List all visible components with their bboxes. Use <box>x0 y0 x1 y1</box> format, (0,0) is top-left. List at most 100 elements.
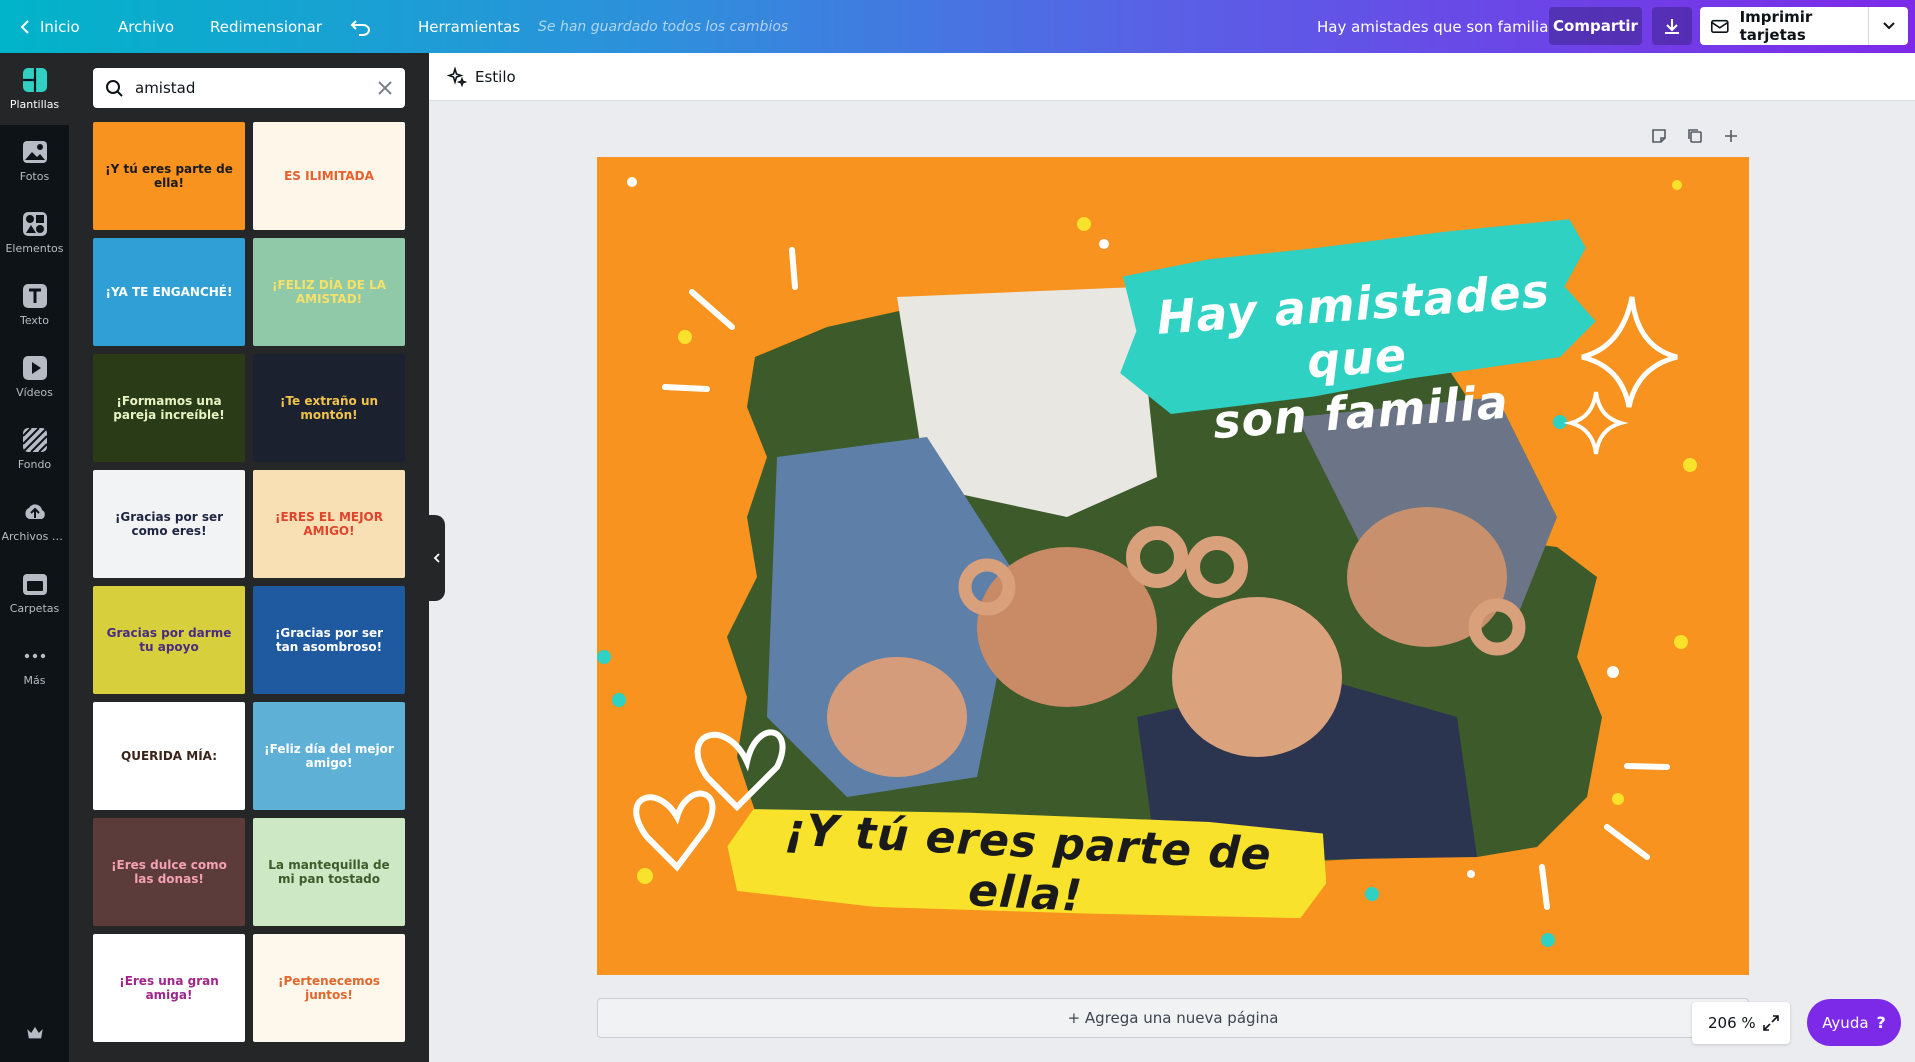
nav-more[interactable]: Más <box>0 629 69 701</box>
home-button[interactable]: Inicio <box>18 0 80 53</box>
confetti-dot <box>637 868 653 884</box>
nav-label: Más <box>23 674 46 687</box>
print-main[interactable]: Imprimir tarjetas <box>1700 7 1868 45</box>
duplicate-page-button[interactable] <box>1686 127 1704 145</box>
template-card-12[interactable]: ¡Eres dulce como las donas! <box>93 818 245 926</box>
nav-label: Plantillas <box>9 98 60 111</box>
resize-label: Redimensionar <box>210 17 323 36</box>
search-box <box>93 68 405 108</box>
page-notes-button[interactable] <box>1650 127 1668 145</box>
template-card-text: ES ILIMITADA <box>284 169 374 183</box>
more-icon <box>24 653 45 659</box>
saved-status: Se han guardado todos los cambios <box>538 18 789 35</box>
zoom-level[interactable]: 206 % <box>1708 1014 1756 1032</box>
folders-icon <box>22 574 47 595</box>
share-button[interactable]: Compartir <box>1549 7 1642 45</box>
template-card-text: ¡Eres una gran amiga! <box>119 974 219 1002</box>
template-card-3[interactable]: ¡FELIZ DÍA DE LA AMISTAD! <box>253 238 405 346</box>
template-card-14[interactable]: ¡Eres una gran amiga! <box>93 934 245 1042</box>
template-card-4[interactable]: ¡Formamos una pareja increíble! <box>93 354 245 462</box>
confetti-dot <box>1365 887 1379 901</box>
template-card-2[interactable]: ¡YA TE ENGANCHÉ! <box>93 238 245 346</box>
nav-label: Fotos <box>19 170 50 183</box>
nav-label: Vídeos <box>16 386 53 399</box>
nav-uploads[interactable]: Archivos su... <box>0 485 69 557</box>
undo-icon <box>350 19 370 36</box>
photos-icon <box>22 141 47 163</box>
clear-search-icon[interactable] <box>365 78 405 98</box>
template-card-10[interactable]: QUERIDA MÍA: <box>93 702 245 810</box>
template-card-text: QUERIDA MÍA: <box>121 749 217 763</box>
template-card-text: ¡Gracias por ser tan asombroso! <box>274 626 384 654</box>
template-card-5[interactable]: ¡Te extraño un montón! <box>253 354 405 462</box>
nav-templates[interactable]: Plantillas <box>0 53 69 125</box>
fullscreen-icon[interactable] <box>1762 1014 1780 1032</box>
file-menu[interactable]: Archivo <box>118 0 174 53</box>
template-card-1[interactable]: ES ILIMITADA <box>253 122 405 230</box>
confetti-dot <box>597 650 611 664</box>
chevron-left-icon <box>433 553 440 563</box>
style-button[interactable]: Estilo <box>447 66 516 87</box>
crown-icon <box>26 1026 43 1038</box>
collapse-panel-button[interactable] <box>429 515 445 601</box>
template-card-9[interactable]: ¡Gracias por ser tan asombroso! <box>253 586 405 694</box>
nav-background[interactable]: Fondo <box>0 413 69 485</box>
style-label: Estilo <box>475 67 516 86</box>
design-canvas[interactable]: Hay amistades que son familia ¡Y tú eres… <box>597 157 1749 975</box>
template-card-8[interactable]: Gracias por darme tu apoyo <box>93 586 245 694</box>
template-card-text: La mantequilla de mi pan tostado <box>268 858 390 886</box>
template-card-text: ¡ERES EL MEJOR AMIGO! <box>275 510 383 538</box>
document-title[interactable]: Hay amistades que son familia <box>1317 0 1548 53</box>
page-actions <box>1650 127 1740 145</box>
nav-elements[interactable]: Elementos <box>0 197 69 269</box>
help-button[interactable]: Ayuda ? <box>1807 999 1901 1046</box>
white-stroke <box>1624 763 1670 770</box>
nav-videos[interactable]: Vídeos <box>0 341 69 413</box>
template-card-11[interactable]: ¡Feliz día del mejor amigo! <box>253 702 405 810</box>
confetti-dot <box>1683 458 1697 472</box>
white-stroke <box>789 247 798 290</box>
resize-menu[interactable]: Redimensionar <box>210 0 322 53</box>
question-icon: ? <box>1876 1013 1886 1032</box>
template-card-text: Gracias por darme tu apoyo <box>106 626 232 654</box>
zoom-control[interactable]: 206 % <box>1692 1002 1790 1044</box>
white-stroke <box>1539 864 1550 910</box>
nav-photos[interactable]: Fotos <box>0 125 69 197</box>
template-card-text: ¡Feliz día del mejor amigo! <box>264 742 394 770</box>
nav-text[interactable]: Texto <box>0 269 69 341</box>
template-card-text: ¡Eres dulce como las donas! <box>111 858 227 886</box>
confetti-dot <box>1099 239 1109 249</box>
confetti-dot <box>1541 933 1555 947</box>
confetti-dot <box>627 177 637 187</box>
add-new-page-button[interactable]: + Agrega una nueva página <box>597 998 1749 1038</box>
confetti-dot <box>1612 793 1624 805</box>
undo-button[interactable] <box>350 0 372 53</box>
tools-menu[interactable]: Herramientas <box>418 0 520 53</box>
chevron-left-icon <box>20 19 29 34</box>
nav-folders[interactable]: Carpetas <box>0 557 69 629</box>
nav-premium[interactable] <box>0 1013 69 1057</box>
print-options-dropdown[interactable] <box>1868 7 1908 45</box>
template-card-13[interactable]: La mantequilla de mi pan tostado <box>253 818 405 926</box>
add-page-icon-button[interactable] <box>1722 127 1740 145</box>
print-cards-button[interactable]: Imprimir tarjetas <box>1700 7 1908 45</box>
text-icon <box>22 284 47 308</box>
heart-outline <box>633 790 716 872</box>
search-input[interactable] <box>131 68 365 108</box>
uploads-icon <box>24 504 45 519</box>
template-card-text: ¡YA TE ENGANCHÉ! <box>105 285 233 299</box>
white-stroke <box>1604 824 1650 860</box>
headline-text[interactable]: Hay amistades que son familia <box>1132 262 1582 454</box>
download-button[interactable] <box>1652 7 1692 45</box>
videos-icon <box>22 356 47 380</box>
template-card-7[interactable]: ¡ERES EL MEJOR AMIGO! <box>253 470 405 578</box>
face-1 <box>827 657 967 777</box>
face-4 <box>1347 507 1507 647</box>
nav-label: Fondo <box>17 458 52 471</box>
confetti-dot <box>612 693 626 707</box>
template-card-text: ¡Gracias por ser como eres! <box>114 510 224 538</box>
template-card-6[interactable]: ¡Gracias por ser como eres! <box>93 470 245 578</box>
template-card-0[interactable]: ¡Y tú eres parte de ella! <box>93 122 245 230</box>
template-card-15[interactable]: ¡Pertenecemos juntos! <box>253 934 405 1042</box>
copy-icon <box>1688 129 1702 143</box>
